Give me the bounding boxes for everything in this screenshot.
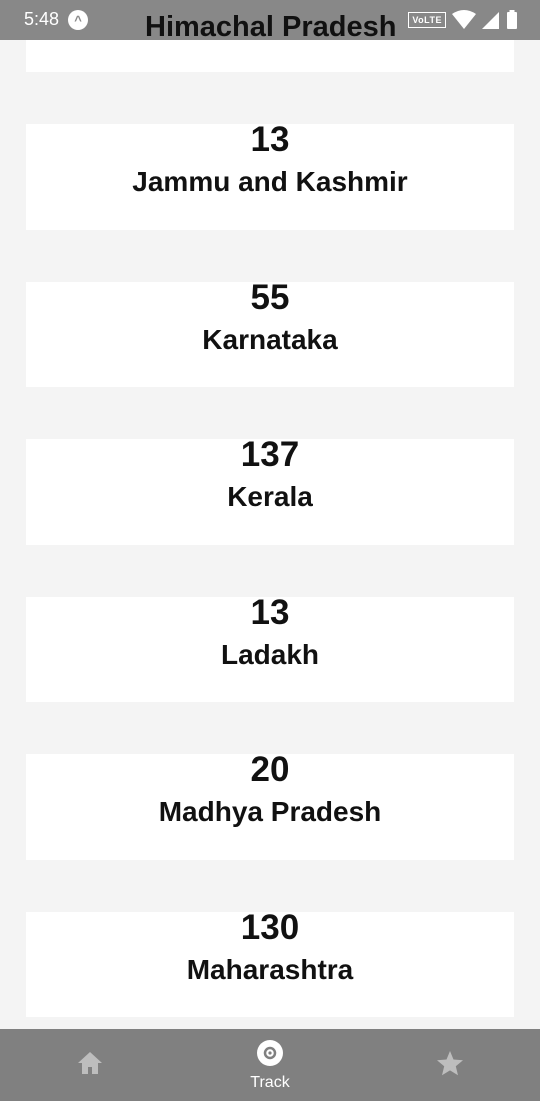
- status-time: 5:48: [24, 9, 60, 29]
- battery-icon: [506, 10, 518, 30]
- state-name: Ladakh: [220, 639, 320, 670]
- bottom-navigation: Track: [0, 1029, 540, 1101]
- app-notification-icon: ^: [68, 10, 88, 30]
- state-name: Maharashtra: [186, 954, 354, 985]
- state-count: 137: [240, 435, 300, 474]
- nav-favorites-tab[interactable]: [420, 1029, 480, 1101]
- cellular-signal-icon: [482, 10, 500, 30]
- state-name: Madhya Pradesh: [158, 796, 382, 827]
- volte-badge: VoLTE: [408, 12, 446, 28]
- state-count: 20: [250, 750, 290, 789]
- state-name: Kerala: [227, 481, 313, 512]
- state-count: 13: [250, 120, 290, 159]
- state-card[interactable]: 55 Karnataka: [26, 278, 514, 387]
- state-card[interactable]: 13 Ladakh: [26, 593, 514, 702]
- state-card[interactable]: 13 Jammu and Kashmir: [26, 120, 514, 230]
- state-name: Jammu and Kashmir: [132, 166, 408, 197]
- state-name: Karnataka: [202, 324, 338, 355]
- track-icon: [256, 1039, 284, 1072]
- nav-track-label: Track: [250, 1073, 290, 1091]
- status-icons: VoLTE: [408, 10, 518, 30]
- state-card-partial[interactable]: [26, 40, 514, 72]
- home-icon: [77, 1051, 103, 1080]
- star-icon: [436, 1050, 464, 1081]
- state-card[interactable]: 137 Kerala: [26, 435, 514, 545]
- state-card[interactable]: 130 Maharashtra: [26, 908, 514, 1017]
- state-count: 13: [250, 593, 290, 632]
- previous-state-name: Himachal Pradesh: [145, 11, 397, 43]
- nav-track-tab[interactable]: Track: [230, 1029, 310, 1101]
- nav-home-tab[interactable]: [60, 1029, 120, 1101]
- wifi-icon: [452, 10, 476, 30]
- state-count: 130: [240, 908, 300, 947]
- state-count: 55: [250, 278, 290, 317]
- state-card[interactable]: 20 Madhya Pradesh: [26, 750, 514, 860]
